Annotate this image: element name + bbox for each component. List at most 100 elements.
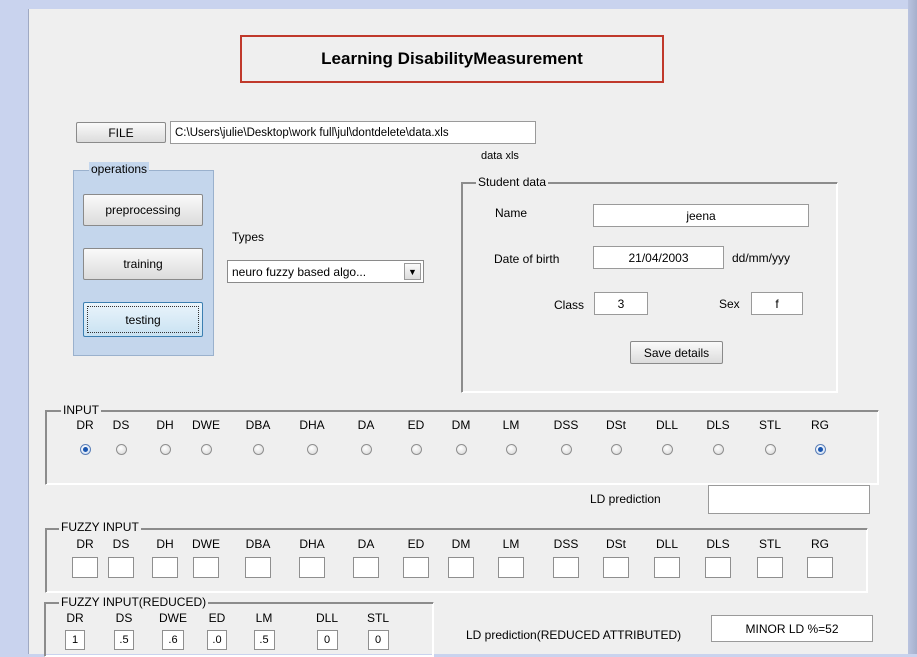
- input-label-dh: DH: [156, 418, 174, 432]
- name-label: Name: [495, 206, 528, 220]
- reduced-field-stl[interactable]: 0: [367, 630, 389, 650]
- input-radio-dst[interactable]: [611, 444, 622, 455]
- fuzzy-label-dll: DLL: [655, 537, 678, 551]
- input-label-lm: LM: [502, 418, 520, 432]
- preprocessing-button[interactable]: preprocessing: [83, 194, 203, 226]
- dob-label: Date of birth: [494, 252, 560, 266]
- types-label: Types: [232, 230, 265, 244]
- fuzzy-label-dm: DM: [451, 537, 471, 551]
- input-label-dwe: DWE: [192, 418, 220, 432]
- reduced-label-ds: DS: [115, 611, 133, 625]
- input-radio-rg[interactable]: [815, 444, 826, 455]
- input-radio-lm[interactable]: [506, 444, 517, 455]
- fuzzy-input-title: FUZZY INPUT: [59, 520, 141, 534]
- fuzzy-field-lm[interactable]: [498, 557, 524, 578]
- fuzzy-field-dls[interactable]: [705, 557, 731, 578]
- fuzzy-label-lm: LM: [502, 537, 520, 551]
- fuzzy-field-ed[interactable]: [403, 557, 429, 578]
- reduced-field-dwe[interactable]: .6: [162, 630, 184, 650]
- fuzzy-label-dls: DLS: [706, 537, 730, 551]
- training-button[interactable]: training: [83, 248, 203, 280]
- testing-button[interactable]: testing: [83, 302, 203, 337]
- input-radio-stl[interactable]: [765, 444, 776, 455]
- class-field[interactable]: 3: [594, 292, 648, 315]
- chevron-down-icon[interactable]: ▼: [404, 263, 421, 280]
- input-label-dm: DM: [451, 418, 471, 432]
- reduced-field-ds[interactable]: .5: [114, 630, 134, 650]
- student-data-title: Student data: [476, 175, 549, 189]
- reduced-field-ed[interactable]: .0: [207, 630, 227, 650]
- reduced-label-dwe: DWE: [159, 611, 187, 625]
- reduced-label-dr: DR: [66, 611, 84, 625]
- fuzzy-label-dha: DHA: [299, 537, 325, 551]
- types-select[interactable]: neuro fuzzy based algo... ▼: [227, 260, 424, 283]
- fuzzy-field-dba[interactable]: [245, 557, 271, 578]
- fuzzy-field-stl[interactable]: [757, 557, 783, 578]
- window-edge: [908, 0, 917, 654]
- input-radio-dll[interactable]: [662, 444, 673, 455]
- sex-field[interactable]: f: [751, 292, 803, 315]
- fuzzy-field-dst[interactable]: [603, 557, 629, 578]
- input-radio-ed[interactable]: [411, 444, 422, 455]
- reduced-label-ed: ED: [208, 611, 226, 625]
- input-radio-dss[interactable]: [561, 444, 572, 455]
- reduced-label-dll: DLL: [315, 611, 338, 625]
- reduced-field-lm[interactable]: .5: [253, 630, 275, 650]
- fuzzy-reduced-title: FUZZY INPUT(REDUCED): [59, 595, 209, 609]
- reduced-label-lm: LM: [255, 611, 273, 625]
- fuzzy-label-ed: ED: [407, 537, 425, 551]
- fuzzy-label-dh: DH: [156, 537, 174, 551]
- file-button[interactable]: FILE: [76, 122, 166, 143]
- file-caption: data xls: [481, 150, 519, 162]
- input-label-stl: STL: [758, 418, 781, 432]
- input-radio-dba[interactable]: [253, 444, 264, 455]
- fuzzy-field-dwe[interactable]: [193, 557, 219, 578]
- reduced-label-stl: STL: [366, 611, 389, 625]
- operations-title: operations: [89, 162, 150, 176]
- input-radio-dr[interactable]: [80, 444, 91, 455]
- ld-prediction-label: LD prediction: [590, 492, 661, 506]
- ld-reduced-field[interactable]: MINOR LD %=52: [711, 615, 873, 642]
- fuzzy-field-dr[interactable]: [72, 557, 98, 578]
- input-radio-dha[interactable]: [307, 444, 318, 455]
- dob-format-hint: dd/mm/yyy: [732, 251, 791, 265]
- ld-prediction-field[interactable]: [708, 485, 870, 514]
- fuzzy-label-dst: DSt: [605, 537, 626, 551]
- fuzzy-label-dba: DBA: [245, 537, 271, 551]
- reduced-field-dll[interactable]: 0: [316, 630, 338, 650]
- fuzzy-field-dm[interactable]: [448, 557, 474, 578]
- input-radio-da[interactable]: [361, 444, 372, 455]
- fuzzy-field-dss[interactable]: [553, 557, 579, 578]
- fuzzy-field-ds[interactable]: [108, 557, 134, 578]
- save-details-button[interactable]: Save details: [630, 341, 723, 364]
- fuzzy-field-dll[interactable]: [654, 557, 680, 578]
- fuzzy-label-ds: DS: [112, 537, 130, 551]
- input-radio-dm[interactable]: [456, 444, 467, 455]
- file-path-field[interactable]: C:\Users\julie\Desktop\work full\jul\don…: [170, 121, 536, 144]
- fuzzy-field-dha[interactable]: [299, 557, 325, 578]
- input-label-dll: DLL: [655, 418, 678, 432]
- input-radio-dwe[interactable]: [201, 444, 212, 455]
- input-radio-dls[interactable]: [713, 444, 724, 455]
- fuzzy-label-dr: DR: [76, 537, 94, 551]
- types-selected-value: neuro fuzzy based algo...: [232, 265, 367, 279]
- input-label-rg: RG: [811, 418, 829, 432]
- input-label-dha: DHA: [299, 418, 325, 432]
- fuzzy-field-rg[interactable]: [807, 557, 833, 578]
- fuzzy-label-da: DA: [357, 537, 375, 551]
- dob-field[interactable]: 21/04/2003: [593, 246, 724, 269]
- input-label-ds: DS: [112, 418, 130, 432]
- input-title: INPUT: [61, 403, 101, 417]
- ld-reduced-label: LD prediction(REDUCED ATTRIBUTED): [466, 628, 682, 642]
- input-label-dr: DR: [76, 418, 94, 432]
- input-radio-dh[interactable]: [160, 444, 171, 455]
- fuzzy-field-da[interactable]: [353, 557, 379, 578]
- input-radio-ds[interactable]: [116, 444, 127, 455]
- sex-label: Sex: [719, 297, 740, 311]
- name-field[interactable]: jeena: [593, 204, 809, 227]
- reduced-field-dr[interactable]: 1: [65, 630, 85, 650]
- input-label-dss: DSS: [553, 418, 579, 432]
- fuzzy-label-stl: STL: [758, 537, 781, 551]
- fuzzy-field-dh[interactable]: [152, 557, 178, 578]
- input-label-dst: DSt: [605, 418, 626, 432]
